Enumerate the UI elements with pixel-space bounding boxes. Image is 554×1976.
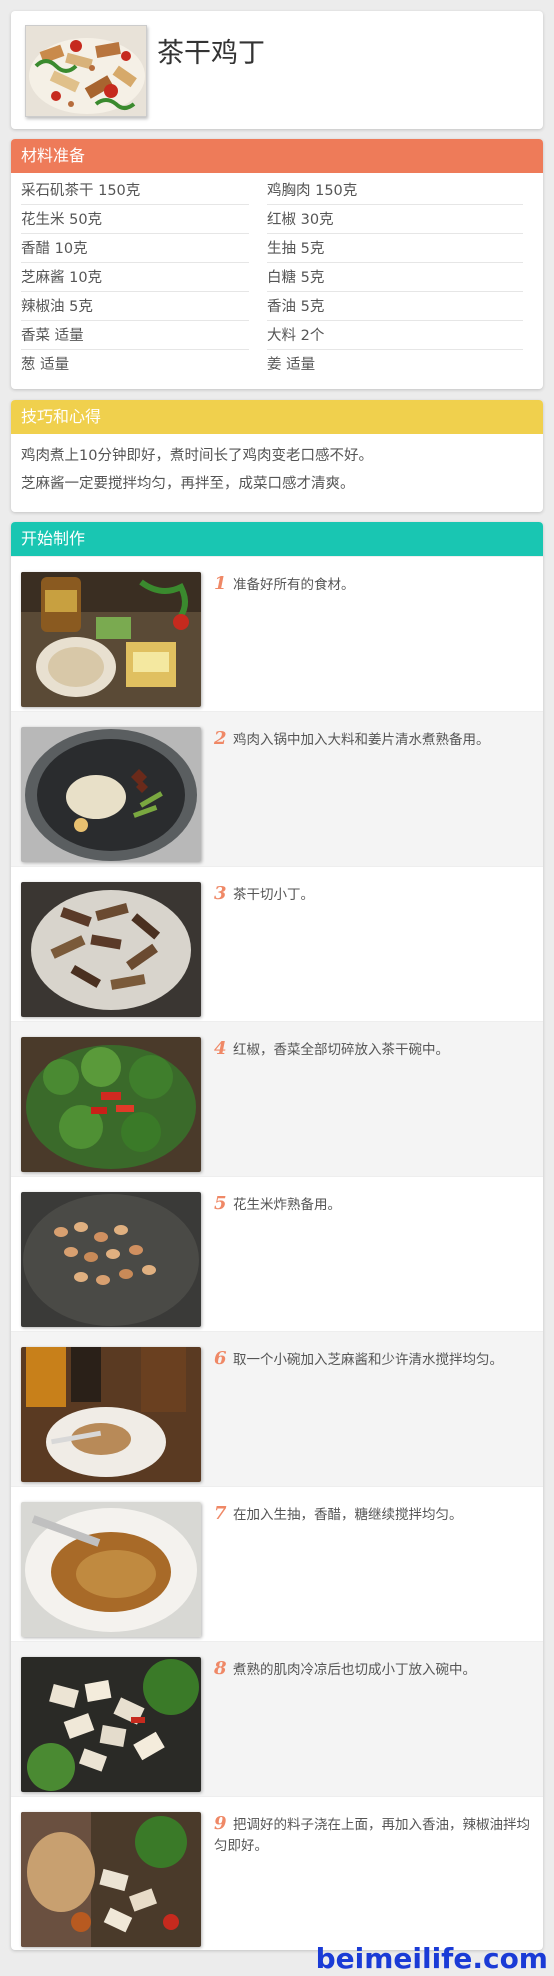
ingredient-item: 辣椒油 5克	[21, 293, 249, 321]
tips-heading: 技巧和心得	[11, 400, 543, 434]
step-item: 6 取一个小碗加入芝麻酱和少许清水搅拌均匀。	[11, 1331, 543, 1486]
step-photo[interactable]	[21, 727, 201, 862]
step-text: 红椒，香菜全部切碎放入茶干碗中。	[233, 1042, 449, 1058]
step-text: 取一个小碗加入芝麻酱和少许清水搅拌均匀。	[233, 1352, 503, 1368]
ingredients-photo-icon	[21, 572, 201, 707]
diced-chicken-photo-icon	[21, 1657, 201, 1792]
boiling-chicken-photo-icon	[21, 727, 201, 862]
finished-dish-photo-icon	[21, 1812, 201, 1947]
step-text: 在加入生抽，香醋，糖继续搅拌均匀。	[233, 1507, 463, 1523]
step-number: 3	[214, 883, 227, 904]
step-item: 4 红椒，香菜全部切碎放入茶干碗中。	[11, 1021, 543, 1176]
ingredients-section: 材料准备 采石矶茶干 150克 鸡胸肉 150克 花生米 50克 红椒 30克 …	[11, 139, 543, 389]
ingredient-item: 香油 5克	[267, 293, 523, 321]
step-number: 7	[214, 1503, 227, 1524]
steps-heading: 开始制作	[11, 522, 543, 556]
ingredient-item: 鸡胸肉 150克	[267, 177, 523, 205]
step-photo[interactable]	[21, 1502, 201, 1637]
ingredient-item: 红椒 30克	[267, 206, 523, 234]
step-text: 把调好的料子浇在上面，再加入香油，辣椒油拌均匀即好。	[214, 1817, 530, 1854]
ingredient-item: 姜 适量	[267, 357, 316, 373]
step-item: 8 煮熟的肌肉冷凉后也切成小丁放入碗中。	[11, 1641, 543, 1796]
step-text: 鸡肉入锅中加入大料和姜片清水煮熟备用。	[233, 732, 490, 748]
ingredient-row: 辣椒油 5克 香油 5克	[11, 293, 543, 322]
step-text: 花生米炸熟备用。	[233, 1197, 341, 1213]
ingredient-item: 香菜 适量	[21, 322, 249, 350]
fried-peanuts-photo-icon	[21, 1192, 201, 1327]
ingredient-item: 生抽 5克	[267, 235, 523, 263]
steps-section: 开始制作 1 准备好所有的食材。 2 鸡肉入锅中加入大料和姜片清水煮熟备用。 3…	[11, 522, 543, 1950]
step-photo[interactable]	[21, 1037, 201, 1172]
step-photo[interactable]	[21, 1812, 201, 1947]
step-photo[interactable]	[21, 1192, 201, 1327]
step-number: 4	[214, 1038, 227, 1059]
ingredients-list: 采石矶茶干 150克 鸡胸肉 150克 花生米 50克 红椒 30克 香醋 10…	[11, 173, 543, 380]
step-item: 9 把调好的料子浇在上面，再加入香油，辣椒油拌均匀即好。	[11, 1796, 543, 1950]
step-photo[interactable]	[21, 572, 201, 707]
step-item: 2 鸡肉入锅中加入大料和姜片清水煮熟备用。	[11, 711, 543, 866]
ingredient-item: 葱 适量	[21, 357, 70, 373]
ingredient-item: 花生米 50克	[21, 206, 249, 234]
step-text: 煮熟的肌肉冷凉后也切成小丁放入碗中。	[233, 1662, 476, 1678]
tip-line: 鸡肉煮上10分钟即好，煮时间长了鸡肉变老口感不好。	[21, 448, 373, 464]
step-text: 茶干切小丁。	[233, 887, 314, 903]
cilantro-pepper-photo-icon	[21, 1037, 201, 1172]
sauce-bowl-photo-icon	[21, 1502, 201, 1637]
step-item: 1 准备好所有的食材。	[11, 556, 543, 711]
step-photo[interactable]	[21, 1657, 201, 1792]
ingredient-row: 香菜 适量 大料 2个	[11, 322, 543, 351]
recipe-header: 茶干鸡丁	[11, 11, 543, 129]
tip-line: 芝麻酱一定要搅拌均匀，再拌至，成菜口感才清爽。	[21, 476, 355, 492]
ingredient-item: 香醋 10克	[21, 235, 249, 263]
ingredients-heading: 材料准备	[11, 139, 543, 173]
ingredient-item: 芝麻酱 10克	[21, 264, 249, 292]
ingredient-row: 花生米 50克 红椒 30克	[11, 206, 543, 235]
diced-tofu-photo-icon	[21, 882, 201, 1017]
tips-section: 技巧和心得 鸡肉煮上10分钟即好，煮时间长了鸡肉变老口感不好。 芝麻酱一定要搅拌…	[11, 400, 543, 512]
step-photo[interactable]	[21, 1347, 201, 1482]
step-item: 3 茶干切小丁。	[11, 866, 543, 1021]
step-number: 5	[214, 1193, 227, 1214]
ingredient-item: 采石矶茶干 150克	[21, 177, 249, 205]
ingredient-row: 葱 适量 姜 适量	[11, 351, 543, 380]
recipe-title: 茶干鸡丁	[157, 38, 265, 69]
watermark: beimeilife.com	[315, 1942, 548, 1975]
sesame-paste-photo-icon	[21, 1347, 201, 1482]
dish-thumbnail[interactable]	[25, 25, 147, 117]
step-number: 1	[214, 573, 227, 594]
step-number: 2	[214, 728, 227, 749]
steps-list: 1 准备好所有的食材。 2 鸡肉入锅中加入大料和姜片清水煮熟备用。 3 茶干切小…	[11, 556, 543, 1950]
step-item: 5 花生米炸熟备用。	[11, 1176, 543, 1331]
ingredient-item: 白糖 5克	[267, 264, 523, 292]
step-text: 准备好所有的食材。	[233, 577, 355, 593]
ingredient-row: 香醋 10克 生抽 5克	[11, 235, 543, 264]
step-number: 8	[214, 1658, 227, 1679]
ingredient-row: 采石矶茶干 150克 鸡胸肉 150克	[11, 177, 543, 206]
dish-photo-icon	[26, 26, 146, 116]
ingredient-item: 大料 2个	[267, 322, 523, 350]
step-photo[interactable]	[21, 882, 201, 1017]
ingredient-row: 芝麻酱 10克 白糖 5克	[11, 264, 543, 293]
step-item: 7 在加入生抽，香醋，糖继续搅拌均匀。	[11, 1486, 543, 1641]
